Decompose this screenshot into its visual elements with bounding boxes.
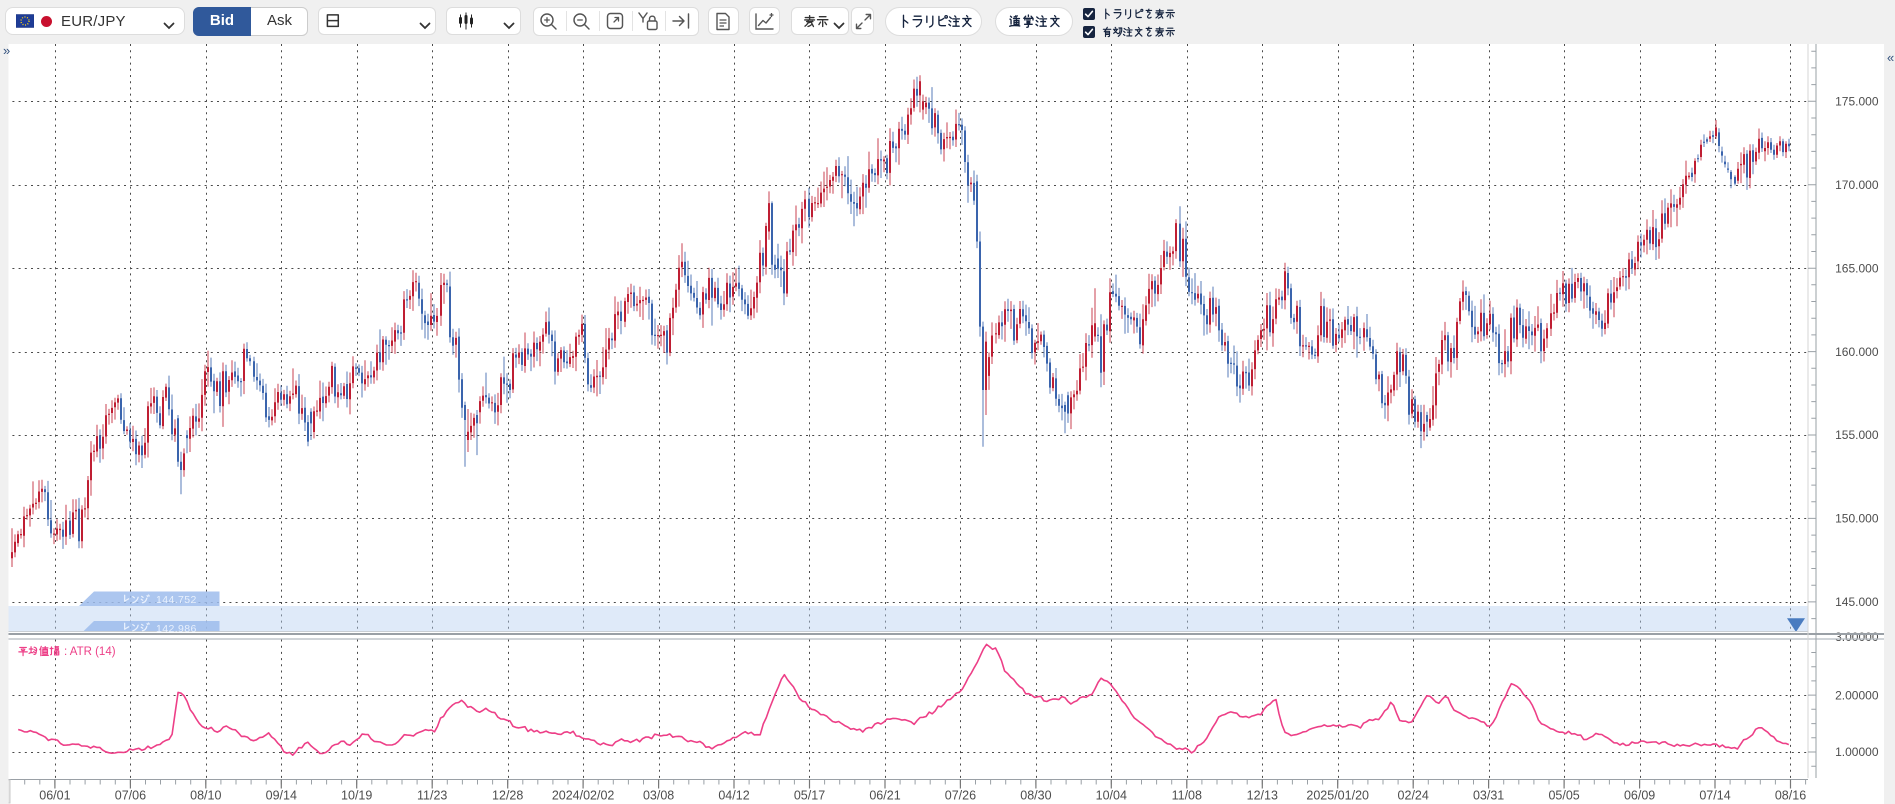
svg-text:12/28: 12/28 — [492, 789, 523, 803]
svg-text:»: » — [3, 44, 10, 58]
svg-text:3.00000: 3.00000 — [1835, 630, 1879, 644]
svg-text:170.000: 170.000 — [1835, 178, 1879, 192]
svg-text:175.000: 175.000 — [1835, 95, 1879, 109]
svg-text:2.00000: 2.00000 — [1835, 688, 1879, 702]
svg-text:03/08: 03/08 — [643, 789, 674, 803]
svg-text:07/06: 07/06 — [115, 789, 146, 803]
svg-text:10/04: 10/04 — [1096, 789, 1127, 803]
svg-text:10/19: 10/19 — [341, 789, 372, 803]
svg-text:2024/02/02: 2024/02/02 — [552, 789, 615, 803]
svg-text:06/01: 06/01 — [39, 789, 70, 803]
svg-text:07/26: 07/26 — [945, 789, 976, 803]
svg-text:08/10: 08/10 — [190, 789, 221, 803]
svg-text:145.000: 145.000 — [1835, 595, 1879, 609]
svg-text:11/23: 11/23 — [417, 789, 447, 803]
svg-text:08/30: 08/30 — [1020, 789, 1051, 803]
svg-text:150.000: 150.000 — [1835, 512, 1879, 526]
svg-text:2025/01/20: 2025/01/20 — [1306, 789, 1369, 803]
svg-text:02/24: 02/24 — [1398, 789, 1429, 803]
svg-text:08/16: 08/16 — [1775, 789, 1806, 803]
svg-text:03/31: 03/31 — [1473, 789, 1504, 803]
svg-text:160.000: 160.000 — [1835, 345, 1879, 359]
svg-text:09/14: 09/14 — [266, 789, 297, 803]
svg-text:155.000: 155.000 — [1835, 428, 1879, 442]
svg-text:05/05: 05/05 — [1548, 789, 1579, 803]
svg-text:11/08: 11/08 — [1172, 789, 1202, 803]
svg-text:1.00000: 1.00000 — [1835, 745, 1879, 759]
svg-text:05/17: 05/17 — [794, 789, 825, 803]
svg-text:12/13: 12/13 — [1247, 789, 1278, 803]
svg-text:04/12: 04/12 — [718, 789, 749, 803]
svg-text:06/09: 06/09 — [1624, 789, 1655, 803]
svg-text:06/21: 06/21 — [869, 789, 900, 803]
svg-text:165.000: 165.000 — [1835, 261, 1879, 275]
svg-text:07/14: 07/14 — [1699, 789, 1730, 803]
svg-text:«: « — [1887, 50, 1894, 65]
